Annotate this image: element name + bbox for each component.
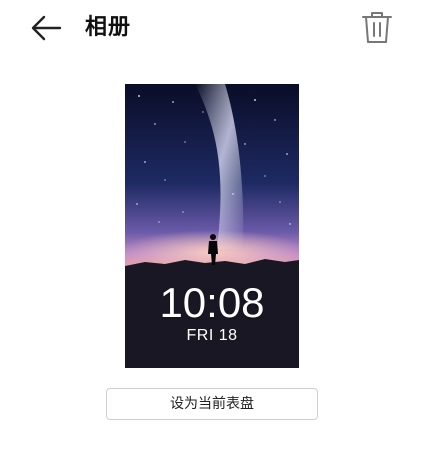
preview-time: 10:08 [159, 279, 265, 326]
trash-icon [360, 9, 394, 45]
app-header: 相册 [0, 0, 425, 60]
set-as-current-watchface-button[interactable]: 设为当前表盘 [106, 388, 318, 420]
page-title: 相册 [85, 15, 132, 40]
back-button[interactable] [28, 12, 64, 44]
preview-date: FRI 18 [186, 327, 238, 344]
watch-face-preview[interactable]: 10:08 FRI 18 [125, 84, 299, 368]
arrow-left-icon [28, 12, 64, 44]
delete-button[interactable] [360, 9, 394, 45]
